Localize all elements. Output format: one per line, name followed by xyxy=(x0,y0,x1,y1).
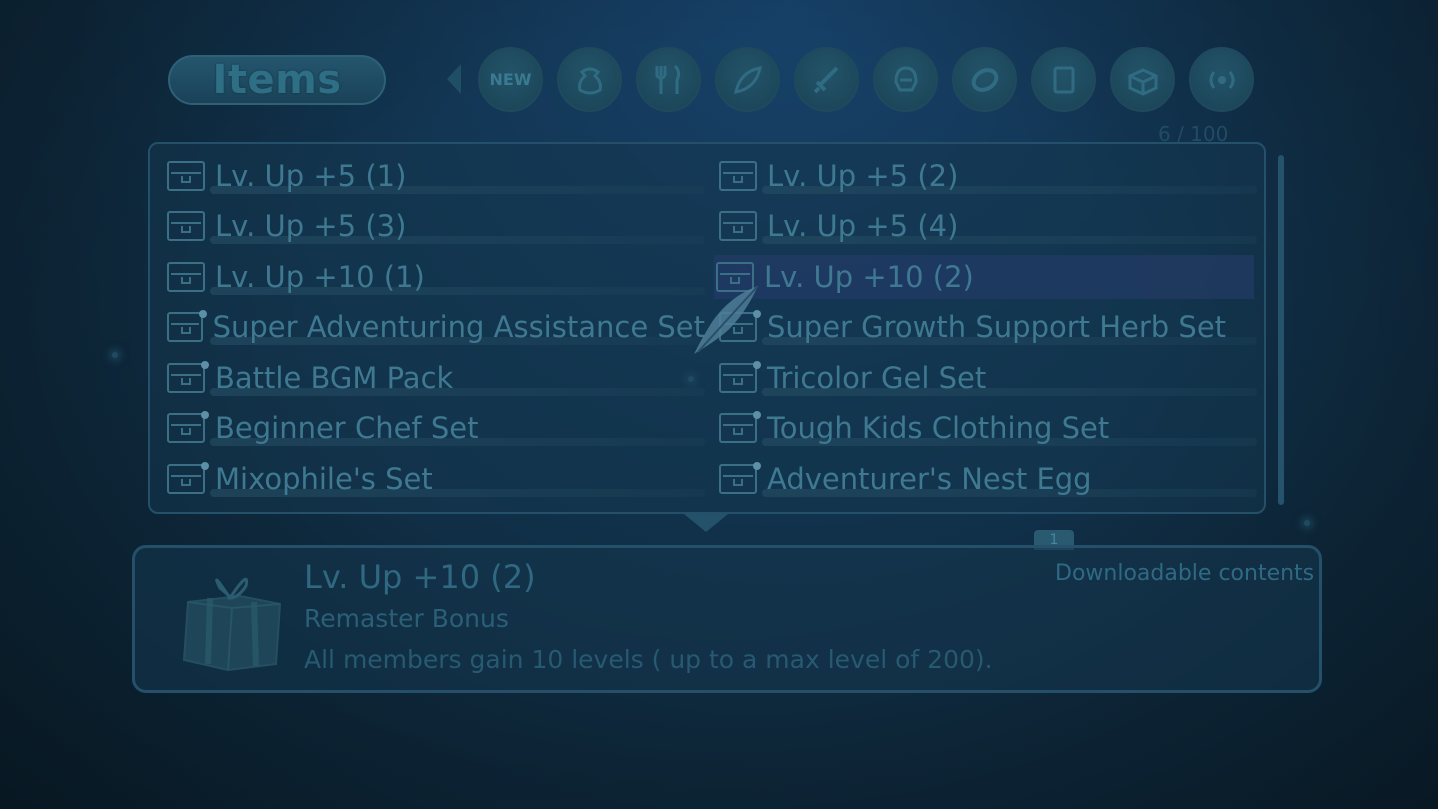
category-tab-new[interactable]: NEW xyxy=(478,47,543,112)
description-text: All members gain 10 levels ( up to a max… xyxy=(304,645,993,674)
chest-icon xyxy=(167,411,209,443)
chest-icon xyxy=(719,411,761,443)
item-label: Adventurer's Nest Egg xyxy=(767,462,1092,496)
category-tab-chest[interactable] xyxy=(1110,47,1175,112)
chest-icon xyxy=(167,310,207,342)
list-scrollbar[interactable] xyxy=(1278,155,1284,505)
new-dot-icon xyxy=(753,462,761,470)
list-item-selected[interactable]: Lv. Up +10 (2) xyxy=(714,255,1254,299)
list-item[interactable]: Lv. Up +5 (4) xyxy=(717,204,1257,248)
broadcast-icon xyxy=(1209,70,1234,89)
ring-icon xyxy=(971,67,998,92)
item-label: Mixophile's Set xyxy=(215,462,433,496)
description-subtitle: Remaster Bonus xyxy=(304,604,509,633)
list-item[interactable]: Tough Kids Clothing Set xyxy=(717,406,1257,450)
chest-icon xyxy=(719,211,757,241)
list-item[interactable]: Lv. Up +10 (1) xyxy=(165,255,705,299)
list-item[interactable]: Adventurer's Nest Egg xyxy=(717,457,1257,501)
category-tab-book[interactable] xyxy=(1031,47,1096,112)
item-label: Super Adventuring Assistance Set xyxy=(212,310,705,344)
chest-icon xyxy=(167,361,209,393)
new-dot-icon xyxy=(753,361,761,369)
description-source: Downloadable contents xyxy=(1055,561,1315,586)
item-label: Lv. Up +10 (1) xyxy=(215,260,425,294)
description-title: Lv. Up +10 (2) xyxy=(304,558,536,596)
new-dot-icon xyxy=(753,411,761,419)
category-prev-arrow-icon[interactable] xyxy=(447,64,461,94)
item-label: Tough Kids Clothing Set xyxy=(767,411,1110,445)
new-dot-icon xyxy=(201,411,209,419)
chest-icon xyxy=(167,462,209,494)
list-item[interactable]: Lv. Up +5 (2) xyxy=(717,154,1257,198)
sparkle xyxy=(112,352,118,358)
item-label: Battle BGM Pack xyxy=(215,361,454,395)
fork-knife-icon xyxy=(655,64,680,94)
new-dot-icon xyxy=(201,361,209,369)
new-dot-icon xyxy=(198,310,207,318)
pouch-icon xyxy=(577,67,602,94)
category-tab-food[interactable] xyxy=(636,47,701,112)
chest-icon xyxy=(719,361,761,393)
list-item[interactable]: Beginner Chef Set xyxy=(165,406,705,450)
chest-icon xyxy=(167,161,205,191)
item-label: Super Growth Support Herb Set xyxy=(767,310,1227,344)
list-item[interactable]: Lv. Up +5 (1) xyxy=(165,154,705,198)
category-tab-accessory[interactable] xyxy=(952,47,1017,112)
list-item[interactable]: Super Adventuring Assistance Set xyxy=(165,305,705,349)
sparkle xyxy=(688,376,694,382)
list-item[interactable]: Tricolor Gel Set xyxy=(717,356,1257,400)
book-icon xyxy=(1053,66,1074,93)
item-label: Tricolor Gel Set xyxy=(767,361,987,395)
category-tab-weapon[interactable] xyxy=(794,47,859,112)
helmet-icon xyxy=(893,65,918,91)
category-tab-dlc[interactable] xyxy=(1189,47,1254,112)
leaf-icon xyxy=(733,65,762,94)
chest-icon xyxy=(167,262,205,292)
category-tab-armor[interactable] xyxy=(873,47,938,112)
category-tabs: NEW xyxy=(478,47,1254,112)
chest-icon xyxy=(167,211,205,241)
category-tab-material[interactable] xyxy=(715,47,780,112)
scroll-down-arrow-icon xyxy=(684,514,728,532)
chest-icon xyxy=(719,462,761,494)
list-item[interactable]: Super Growth Support Herb Set xyxy=(717,305,1257,349)
new-dot-icon xyxy=(201,462,209,470)
category-tab-pouch[interactable] xyxy=(557,47,622,112)
chest-icon xyxy=(719,161,757,191)
item-label: Lv. Up +5 (1) xyxy=(215,159,407,193)
item-label: Lv. Up +5 (2) xyxy=(767,159,959,193)
item-label: Beginner Chef Set xyxy=(215,411,479,445)
chest-icon xyxy=(1128,67,1157,96)
page-title: Items xyxy=(212,57,342,103)
item-label: Lv. Up +5 (4) xyxy=(767,209,959,243)
sword-icon xyxy=(813,66,838,93)
item-label: Lv. Up +5 (3) xyxy=(215,209,407,243)
gift-box-icon xyxy=(182,577,282,672)
list-item[interactable]: Mixophile's Set xyxy=(165,457,705,501)
items-title-tab: Items xyxy=(168,55,386,105)
item-label: Lv. Up +10 (2) xyxy=(764,260,974,294)
list-item[interactable]: Lv. Up +5 (3) xyxy=(165,204,705,248)
sparkle xyxy=(1304,520,1310,526)
feather-cursor-icon xyxy=(694,285,759,354)
list-item[interactable]: Battle BGM Pack xyxy=(165,356,705,400)
